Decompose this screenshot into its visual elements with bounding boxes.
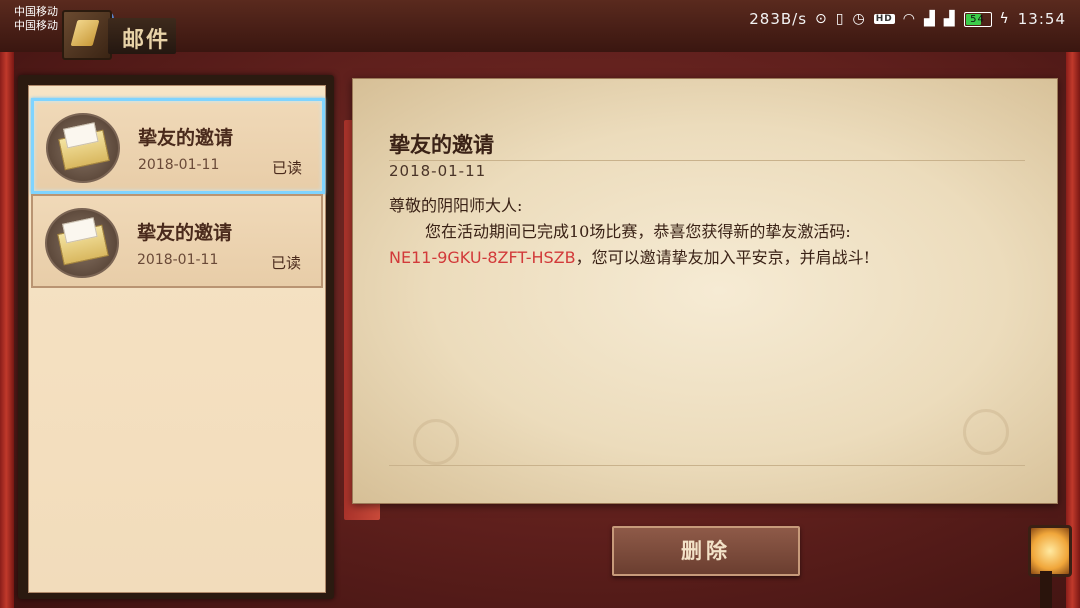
hd-icon: HD — [873, 14, 895, 24]
vibrate-icon: ▯ — [835, 11, 845, 27]
mail-list-panel: 挚友的邀请 2018-01-11 已读 挚友的邀请 2018-01-11 已读 — [18, 75, 334, 599]
location-icon: ⊙ — [815, 11, 828, 27]
alarm-icon: ◷ — [852, 11, 866, 27]
letter-paragraph: 您在活动期间已完成10场比赛，恭喜您获得新的挚友激活码: — [425, 222, 851, 241]
clock: 13:54 — [1017, 10, 1066, 28]
mail-quill-icon — [62, 10, 112, 60]
activation-code[interactable]: NE11-9GKU-8ZFT-HSZB — [389, 248, 576, 267]
divider — [389, 465, 1025, 466]
letter-body: 尊敬的阴阳师大人: 您在活动期间已完成10场比赛，恭喜您获得新的挚友激活码: N… — [389, 193, 1009, 271]
letter-detail: 挚友的邀请 2018-01-11 尊敬的阴阳师大人: 您在活动期间已完成10场比… — [352, 78, 1058, 504]
mail-list-item[interactable]: 挚友的邀请 2018-01-11 已读 — [31, 194, 323, 288]
envelope-icon — [45, 208, 119, 278]
signal-4g-icon: ▟ — [943, 11, 956, 27]
mail-item-title: 挚友的邀请 — [137, 222, 233, 244]
delete-button[interactable]: 删除 — [612, 526, 800, 576]
letter-greeting: 尊敬的阴阳师大人: — [389, 196, 523, 215]
mail-item-status: 已读 — [271, 254, 302, 272]
mail-item-date: 2018-01-11 — [138, 157, 220, 173]
signal-2g-icon: ▟ — [923, 11, 936, 27]
envelope-icon — [46, 113, 120, 183]
letter-paragraph-tail: ，您可以邀请挚友加入平安京，并肩战斗! — [575, 248, 871, 267]
left-pillar — [0, 52, 14, 608]
charging-icon: ϟ — [999, 11, 1010, 27]
lantern-icon — [1028, 525, 1072, 577]
letter-date: 2018-01-11 — [389, 162, 487, 180]
page-title: 邮件 — [122, 27, 171, 53]
battery-level: 54 — [970, 13, 985, 25]
status-indicators: 283B/s ⊙ ▯ ◷ HD ◠ ▟ ▟ 54 ϟ 13:54 — [749, 10, 1066, 28]
carrier-2: 中国移动 — [14, 19, 58, 32]
cloud-ornament — [963, 409, 1009, 455]
battery-icon: 54 — [963, 11, 992, 27]
carrier-1: 中国移动 — [14, 5, 58, 18]
mail-item-status: 已读 — [272, 159, 303, 177]
letter-paragraph-2: NE11-9GKU-8ZFT-HSZB，您可以邀请挚友加入平安京，并肩战斗! — [389, 245, 1009, 271]
mail-item-date: 2018-01-11 — [137, 252, 219, 268]
mail-list-item[interactable]: 挚友的邀请 2018-01-11 已读 — [31, 98, 325, 194]
letter-title: 挚友的邀请 — [389, 132, 494, 157]
lantern-post — [1040, 571, 1052, 608]
divider — [389, 160, 1025, 161]
mail-list: 挚友的邀请 2018-01-11 已读 挚友的邀请 2018-01-11 已读 — [28, 85, 326, 593]
mail-item-title: 挚友的邀请 — [138, 127, 234, 149]
wifi-icon: ◠ — [902, 11, 916, 27]
network-speed: 283B/s — [749, 10, 808, 28]
carrier-info: 中国移动 中国移动 — [14, 5, 58, 33]
cloud-ornament — [413, 419, 459, 465]
